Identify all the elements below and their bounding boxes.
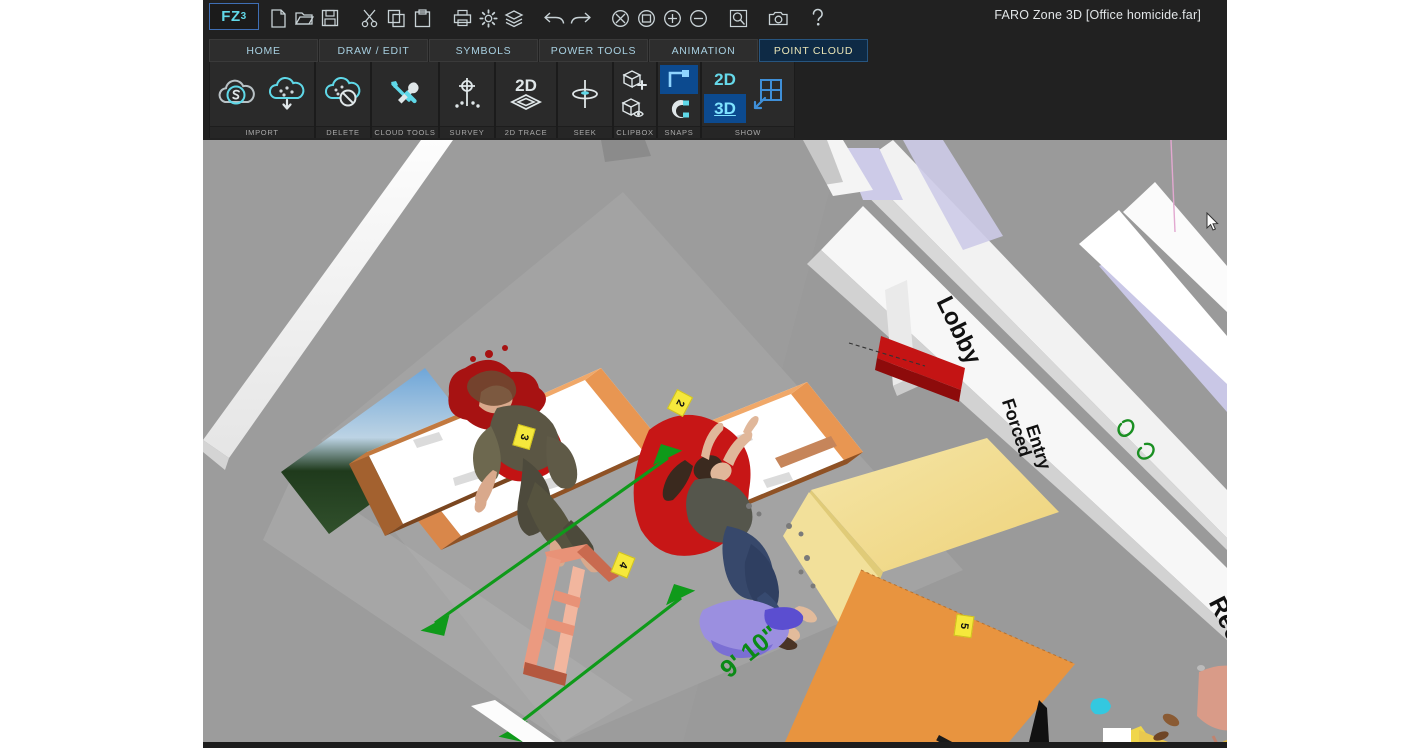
ribbon-group-2d-trace: 2D 2D TRACE (495, 62, 557, 138)
scene-render (203, 140, 1227, 742)
ribbon-group-seek: SEEK (557, 62, 613, 138)
app-logo-button[interactable]: FZ 3 (209, 3, 259, 30)
paste-icon[interactable] (409, 3, 435, 33)
tab-symbols[interactable]: SYMBOLS (429, 39, 538, 62)
ribbon-group-label-snaps: SNAPS (658, 126, 700, 138)
ribbon-group-clipbox: CLIPBOX (613, 62, 657, 138)
tab-draw-edit[interactable]: DRAW / EDIT (319, 39, 428, 62)
ribbon-group-label-cloud-tools: CLOUD TOOLS (372, 126, 438, 138)
left-margin (0, 0, 203, 140)
ribbon-group-label-show: SHOW (702, 126, 794, 138)
survey-button[interactable] (442, 65, 492, 123)
ribbon-group-label-seek: SEEK (558, 126, 612, 138)
show-expand-button[interactable] (746, 65, 792, 123)
ribbon-group-cloud-tools: CLOUD TOOLS (371, 62, 439, 138)
ribbon-group-delete: DELETE (315, 62, 371, 138)
tab-home[interactable]: HOME (209, 39, 318, 62)
right-margin-lower (1227, 140, 1427, 748)
show-3d-button[interactable]: 3D (704, 94, 746, 123)
zoom-out-icon[interactable] (685, 3, 711, 33)
trace-2d-button[interactable]: 2D (498, 65, 554, 123)
clipbox-view-button[interactable] (616, 94, 654, 123)
left-margin-lower (0, 140, 203, 748)
cut-icon[interactable] (357, 3, 383, 33)
application-window: FZ 3 FARO Zone 3D [Office homicide.far] … (0, 0, 1427, 748)
ribbon-tab-strip: HOME DRAW / EDIT SYMBOLS POWER TOOLS ANI… (203, 39, 1227, 62)
ribbon-group-label-delete: DELETE (316, 126, 370, 138)
snap-magnet-button[interactable] (660, 94, 698, 123)
delete-cloud-button[interactable] (318, 65, 368, 123)
toolbar-separator-5 (711, 3, 725, 33)
tab-point-cloud[interactable]: POINT CLOUD (759, 39, 868, 62)
window-title: FARO Zone 3D [Office homicide.far] (994, 8, 1201, 22)
open-folder-icon[interactable] (291, 3, 317, 33)
ribbon-group-label-survey: SURVEY (440, 126, 494, 138)
toolbar-separator-7 (791, 3, 805, 33)
quick-access-toolbar: FZ 3 FARO Zone 3D [Office homicide.far] (203, 0, 1227, 38)
layers-icon[interactable] (501, 3, 527, 33)
import-cloud-button[interactable] (262, 65, 312, 123)
zoom-search-icon[interactable] (725, 3, 751, 33)
zoom-in-icon[interactable] (659, 3, 685, 33)
print-icon[interactable] (449, 3, 475, 33)
toolbar-separator-3 (527, 3, 541, 33)
evidence-marker-5[interactable]: 5 (953, 613, 975, 639)
ribbon-group-import: IMPORT (209, 62, 315, 138)
tab-power-tools[interactable]: POWER TOOLS (539, 39, 648, 62)
ribbon-group-survey: SURVEY (439, 62, 495, 138)
copy-icon[interactable] (383, 3, 409, 33)
app-logo-superscript: 3 (240, 11, 247, 22)
gear-icon[interactable] (475, 3, 501, 33)
redo-icon[interactable] (567, 3, 593, 33)
ribbon-group-label-clipbox: CLIPBOX (614, 126, 656, 138)
toolbar-separator-2 (435, 3, 449, 33)
ribbon-group-snaps: SNAPS (657, 62, 701, 138)
ribbon-group-label-2d-trace: 2D TRACE (496, 126, 556, 138)
point-cloud-viewport-3d[interactable]: Lobby Forced Entry Reception 9' 10" 7' 5… (203, 140, 1227, 742)
zoom-extents-icon[interactable] (607, 3, 633, 33)
svg-text:2D: 2D (515, 76, 537, 95)
toolbar-separator-1 (343, 3, 357, 33)
right-margin (1227, 0, 1427, 140)
toolbar-separator-4 (593, 3, 607, 33)
help-icon[interactable] (805, 3, 831, 33)
seek-button[interactable] (560, 65, 610, 123)
new-file-icon[interactable] (265, 3, 291, 33)
toolbar-separator-6 (751, 3, 765, 33)
quick-access-icon-row (265, 2, 831, 34)
tab-animation[interactable]: ANIMATION (649, 39, 758, 62)
zoom-window-icon[interactable] (633, 3, 659, 33)
app-logo-text: FZ (221, 8, 241, 25)
viewport-bottom-edge (203, 742, 1227, 748)
show-2d-button[interactable]: 2D (704, 65, 746, 94)
save-icon[interactable] (317, 3, 343, 33)
clipbox-add-button[interactable] (616, 65, 654, 94)
undo-icon[interactable] (541, 3, 567, 33)
application-chrome: FZ 3 FARO Zone 3D [Office homicide.far] … (203, 0, 1227, 140)
snap-corner-button[interactable] (660, 65, 698, 94)
ribbon-group-show: 2D 3D SHOW (701, 62, 795, 138)
import-scan-button[interactable] (212, 65, 262, 123)
ribbon-point-cloud: IMPORT DELETE CLOUD TOOLS SURVEY 2D 2D T… (209, 62, 1221, 138)
ribbon-group-label-import: IMPORT (210, 126, 314, 138)
cloud-tools-button[interactable] (379, 65, 431, 123)
camera-icon[interactable] (765, 3, 791, 33)
